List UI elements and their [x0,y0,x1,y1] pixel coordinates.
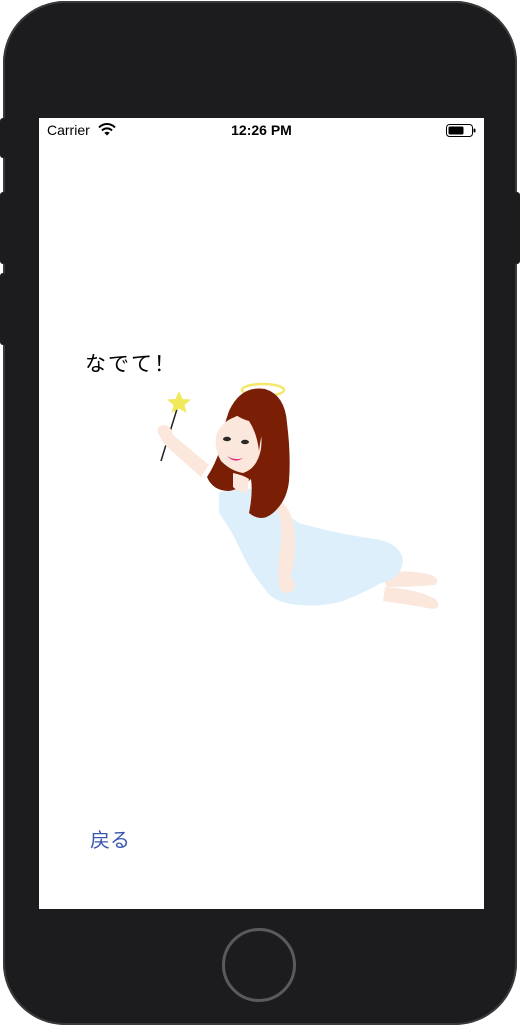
status-bar: Carrier 12:26 PM [39,118,484,142]
dress [219,488,403,606]
mute-switch [0,118,6,158]
raised-arm [157,425,209,477]
volume-up-button [0,192,6,264]
power-button [514,192,520,264]
back-button[interactable]: 戻る [90,824,130,853]
status-time: 12:26 PM [231,122,292,138]
screen: Carrier 12:26 PM なでて！ 戻る [39,118,484,909]
battery-icon [446,124,476,137]
angel-fairy-illustration[interactable] [149,373,449,628]
wand-star-icon [167,391,191,413]
home-button[interactable] [222,928,296,1002]
volume-down-button [0,273,6,345]
